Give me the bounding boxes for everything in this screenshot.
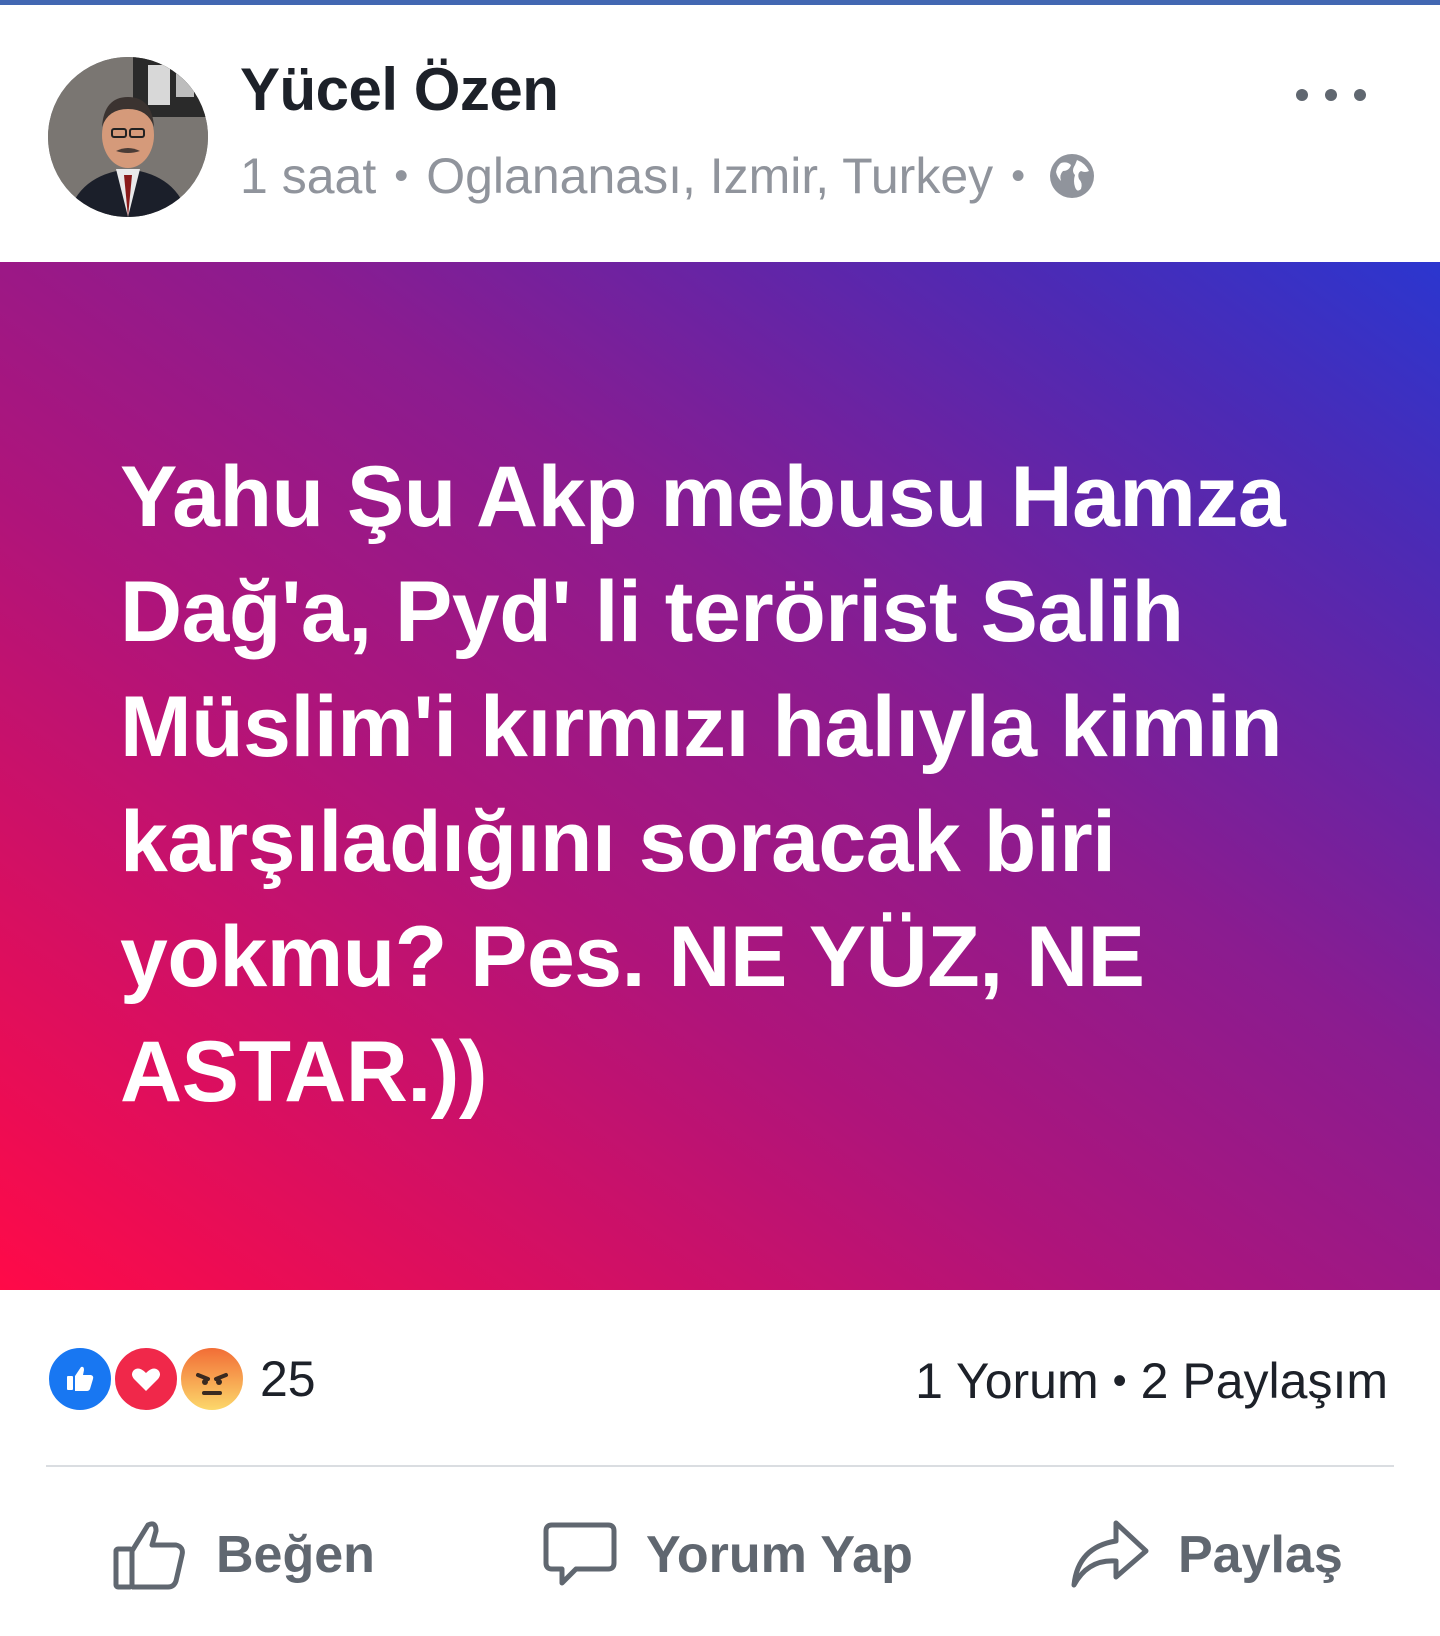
post-stats: 25 1 Yorum • 2 Paylaşım (0, 1290, 1440, 1466)
post-gradient-background: Yahu Şu Akp mebusu Hamza Dağ'a, Pyd' li … (0, 262, 1440, 1290)
comment-count[interactable]: 1 Yorum (915, 1352, 1098, 1410)
post-header: Yücel Özen 1 saat • Oglananası, Izmir, T… (0, 5, 1440, 260)
meta-separator: • (394, 153, 409, 198)
meta-separator: • (1011, 153, 1026, 198)
avatar[interactable] (48, 57, 208, 217)
globe-icon (1050, 154, 1095, 198)
thumbs-up-icon (113, 1521, 185, 1590)
post-time[interactable]: 1 saat (240, 147, 376, 205)
share-count[interactable]: 2 Paylaşım (1141, 1352, 1388, 1410)
author-name[interactable]: Yücel Özen (240, 55, 559, 124)
like-label: Beğen (216, 1526, 375, 1584)
comment-icon (543, 1522, 617, 1586)
like-icon (46, 1345, 114, 1413)
reactions-summary[interactable]: 25 (46, 1345, 316, 1413)
share-label: Paylaş (1178, 1526, 1343, 1584)
comment-button[interactable]: Yorum Yap (542, 1517, 913, 1593)
love-icon (112, 1345, 180, 1413)
counts-separator: • (1112, 1358, 1127, 1403)
share-arrow-icon (1071, 1520, 1149, 1588)
angry-icon (178, 1345, 246, 1413)
engagement-counts: 1 Yorum • 2 Paylaşım (915, 1352, 1388, 1410)
post-text: Yahu Şu Akp mebusu Hamza Dağ'a, Pyd' li … (120, 449, 1286, 1120)
post-meta: 1 saat • Oglananası, Izmir, Turkey • (240, 147, 1097, 205)
action-bar: Beğen Yorum Yap Paylaş (0, 1467, 1440, 1636)
like-button[interactable]: Beğen (112, 1517, 375, 1593)
avatar-photo (48, 57, 208, 217)
more-options-icon[interactable] (1296, 83, 1366, 107)
reaction-count: 25 (260, 1351, 316, 1407)
comment-label: Yorum Yap (646, 1526, 913, 1584)
post-location[interactable]: Oglananası, Izmir, Turkey (426, 147, 993, 205)
share-button[interactable]: Paylaş (1070, 1517, 1343, 1593)
